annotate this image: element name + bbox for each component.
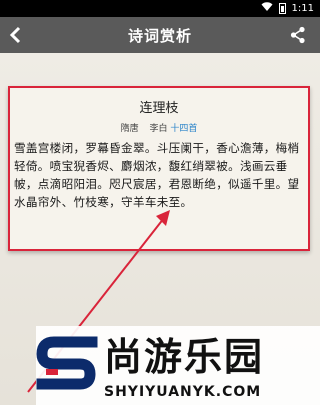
share-icon xyxy=(290,26,305,44)
poem-meta: 隋唐 李白 十四首 xyxy=(10,121,308,134)
chevron-left-icon xyxy=(9,26,21,44)
watermark: 尚游乐园 SHYIYUANYK.COM xyxy=(36,326,320,405)
poem-card: 连理枝 隋唐 李白 十四首 雪盖宫楼闭，罗幕昏金翠。斗压阑干，香心澹薄，梅梢轻倚… xyxy=(8,86,310,251)
poem-author: 李白 xyxy=(149,124,168,134)
battery-icon xyxy=(278,3,286,14)
author-poem-count-link[interactable]: 十四首 xyxy=(170,124,197,134)
wifi-icon xyxy=(261,2,273,15)
watermark-brand: 尚游乐园 xyxy=(104,335,265,379)
poem-body: 雪盖宫楼闭，罗幕昏金翠。斗压阑干，香心澹薄，梅梢轻倚。喷宝猊香烬、麝烟浓，馥红绡… xyxy=(14,141,300,209)
status-time: 1:11 xyxy=(291,3,314,14)
poem-dynasty: 隋唐 xyxy=(120,124,139,134)
app-bar: 诗词赏析 xyxy=(0,17,320,53)
watermark-logo-icon xyxy=(36,336,98,390)
watermark-domain: SHYIYUANYK.COM xyxy=(104,384,262,400)
page-title: 诗词赏析 xyxy=(127,26,192,45)
back-button[interactable] xyxy=(6,24,26,46)
poem-title: 连理枝 xyxy=(139,101,179,116)
status-bar: 1:11 xyxy=(0,0,320,17)
share-button[interactable] xyxy=(290,26,306,44)
